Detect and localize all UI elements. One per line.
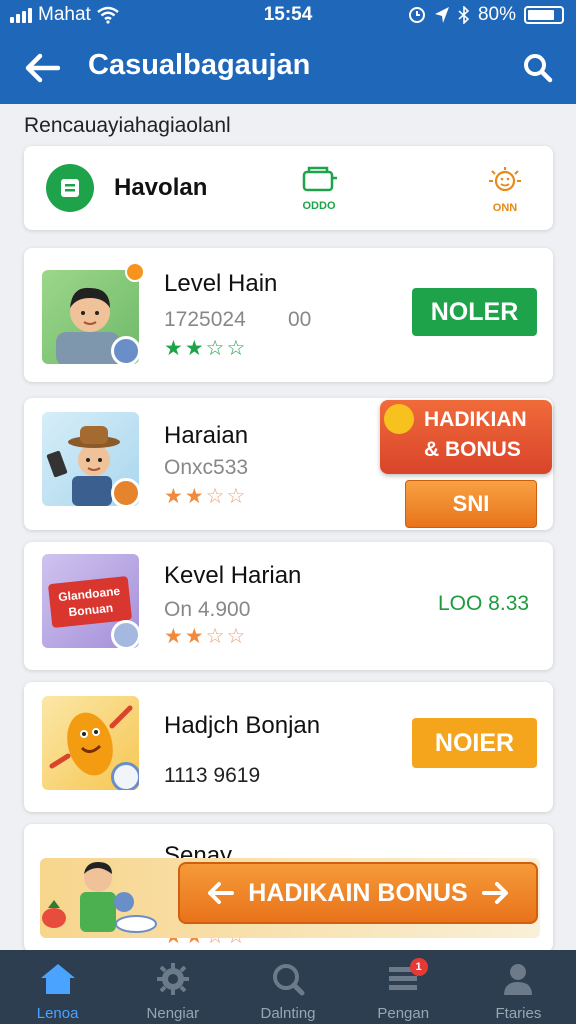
header: Casualbagaujan [0, 40, 576, 96]
nav-label: Pengan [377, 1005, 430, 1022]
battery-icon [524, 6, 564, 24]
promo-line-1: HADIKIAN [424, 408, 527, 431]
battery-fill [528, 10, 554, 20]
game-title: Hadjch Bonjan [164, 712, 321, 739]
game-thumb-2 [42, 412, 139, 506]
boy-with-food-icon [42, 862, 157, 933]
game-card-3[interactable]: Glandoane Bonuan Kevel Harian On 4.900 ★… [24, 542, 553, 670]
section-label: Rencauayiahagiaolanl [24, 114, 231, 137]
alarm-icon [408, 7, 425, 23]
location-icon [434, 7, 449, 23]
game-card-1[interactable]: Level Hain 1725024 00 ★ ★ ☆ ☆ NOLER [24, 248, 553, 382]
game-sub: On 4.900 [164, 598, 251, 621]
star-empty-icon: ☆ [205, 625, 225, 648]
bluetooth-icon [458, 6, 470, 24]
back-button[interactable] [20, 46, 64, 90]
star-empty-icon: ☆ [205, 485, 225, 508]
nav-item-home[interactable]: Lenoa [0, 950, 115, 1024]
emoji-face-icon [384, 404, 414, 434]
battery-percent: 80% [477, 4, 516, 25]
star-filled-icon: ★ [164, 625, 183, 648]
nav-item-profile[interactable]: Ftaries [461, 950, 576, 1024]
game-badge-icon [111, 620, 139, 648]
flame-badge-icon [125, 262, 145, 282]
game-action-button[interactable]: SNI [405, 480, 537, 528]
game-extra: 00 [288, 308, 312, 331]
game-badge-icon [111, 478, 139, 506]
user-icon [504, 964, 533, 995]
game-sub: 1725024 [164, 308, 246, 331]
game-action-button[interactable]: NOIER [412, 718, 537, 768]
arrow-right-icon [481, 882, 508, 904]
search-circle-icon [273, 964, 305, 996]
search-icon [524, 54, 553, 83]
nav-label: Ftaries [495, 1005, 542, 1022]
notification-badge: 1 [409, 958, 428, 976]
star-filled-icon: ★ [184, 485, 204, 508]
star-filled-icon: ★ [164, 337, 183, 360]
star-empty-icon: ☆ [226, 337, 246, 360]
tray-icon [302, 166, 337, 192]
rating-stars: ★ ★ ☆ ☆ [164, 338, 245, 359]
arrow-left-icon [208, 882, 235, 904]
game-sub: 1113 9619 [164, 764, 261, 787]
search-button[interactable] [516, 46, 560, 90]
game-card-4[interactable]: Hadjch Bonjan 1113 9619 NOIER [24, 682, 553, 812]
status-bar: Mahat 15:54 80% [0, 4, 576, 30]
game-action-button[interactable]: NOLER [412, 288, 537, 336]
nav-item-settings[interactable]: Nengiar [115, 950, 230, 1024]
arrow-left-icon [25, 53, 60, 83]
top-app-bar: Mahat 15:54 80% Casualbagaujan [0, 0, 576, 104]
thumb-text-2: Bonuan [67, 600, 114, 620]
game-thumb-4 [42, 696, 139, 790]
nav-label: Dalnting [260, 1005, 316, 1022]
star-filled-icon: ★ [164, 485, 183, 508]
star-empty-icon: ☆ [205, 337, 225, 360]
info-card-title: Havolan [114, 174, 208, 201]
list-icon [46, 164, 94, 212]
mini-icon-2-label: ONN [492, 202, 518, 214]
star-filled-icon: ★ [184, 337, 204, 360]
info-card[interactable]: Havolan ODDO ONN [24, 146, 553, 230]
page-title: Casualbagaujan [88, 49, 311, 81]
mini-icon-sun[interactable]: ONN [480, 166, 530, 214]
nav-item-list[interactable]: 1 Pengan [346, 950, 461, 1024]
star-empty-icon: ☆ [226, 485, 246, 508]
nav-item-discover[interactable]: Dalnting [230, 950, 345, 1024]
nav-label: Lenoa [36, 1005, 79, 1022]
star-filled-icon: ★ [184, 625, 204, 648]
sun-face-icon [489, 167, 521, 192]
game-title: Haraian [164, 422, 249, 449]
rating-stars: ★ ★ ☆ ☆ [164, 626, 245, 647]
bottom-nav: Lenoa Nengiar Dalnting 1 Pengan Ftaries [0, 950, 576, 1024]
promo-line-2: & BONUS [424, 438, 521, 461]
nav-label: Nengiar [146, 1005, 200, 1022]
game-value: LOO 8.33 [438, 592, 530, 615]
game-thumb-1 [42, 270, 139, 364]
bonus-cta-label: HADIKAIN BONUS [248, 878, 468, 907]
bonus-cta-button[interactable]: HADIKAIN BONUS [178, 862, 538, 924]
home-icon [40, 964, 75, 994]
game-title: Kevel Harian [164, 562, 302, 589]
game-thumb-3: Glandoane Bonuan [42, 554, 139, 648]
game-sub: Onxc533 [164, 456, 249, 479]
mini-icon-1-label: ODDO [302, 200, 336, 212]
rating-stars: ★ ★ ☆ ☆ [164, 486, 245, 507]
cog-icon [156, 963, 189, 995]
status-right: 80% [408, 4, 564, 26]
game-title: Level Hain [164, 270, 278, 297]
game-badge-icon [111, 336, 139, 364]
game-badge-icon [111, 762, 139, 790]
star-empty-icon: ☆ [226, 625, 246, 648]
promo-tag[interactable]: HADIKIAN & BONUS [380, 400, 552, 474]
mini-icon-tray[interactable]: ODDO [294, 166, 344, 212]
